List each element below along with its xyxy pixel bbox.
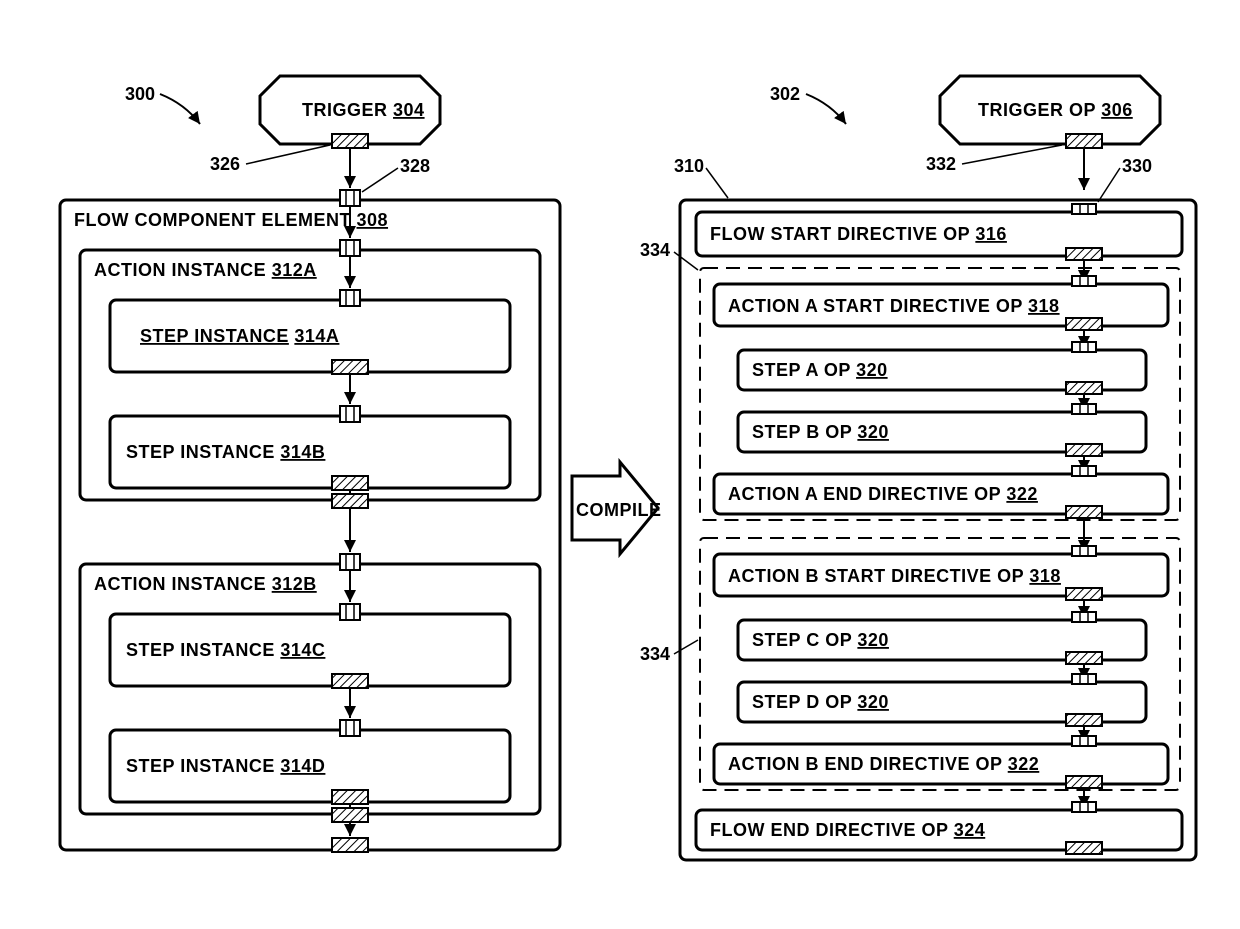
svg-text:COMPILE: COMPILE [576, 500, 662, 520]
svg-text:STEP A OP 320: STEP A OP 320 [752, 360, 888, 380]
svg-text:ACTION A START DIRECTIVE OP 31: ACTION A START DIRECTIVE OP 318 [728, 296, 1060, 316]
figref-left: 300 [125, 84, 155, 104]
svg-text:STEP INSTANCE 314C: STEP INSTANCE 314C [126, 640, 325, 660]
svg-text:STEP B OP 320: STEP B OP 320 [752, 422, 889, 442]
svg-text:ACTION B START DIRECTIVE OP 31: ACTION B START DIRECTIVE OP 318 [728, 566, 1061, 586]
trigger-left: TRIGGER 304 [260, 76, 440, 148]
ref-326: 326 [210, 154, 240, 174]
svg-text:STEP C OP 320: STEP C OP 320 [752, 630, 889, 650]
svg-text:STEP INSTANCE 314B: STEP INSTANCE 314B [126, 442, 325, 462]
ref-330: 330 [1122, 156, 1152, 176]
svg-text:FLOW START DIRECTIVE OP 316: FLOW START DIRECTIVE OP 316 [710, 224, 1007, 244]
svg-text:TRIGGER OP 306: TRIGGER OP 306 [978, 100, 1133, 120]
port-328 [340, 190, 360, 206]
figref-right: 302 [770, 84, 800, 104]
ref-334a: 334 [640, 240, 670, 260]
svg-text:ACTION INSTANCE 312A: ACTION INSTANCE 312A [94, 260, 317, 280]
diagram: 300 TRIGGER 304 326 328 FLOW COMPONENT E… [0, 0, 1240, 924]
svg-text:TRIGGER 304: TRIGGER 304 [302, 100, 425, 120]
ref-332: 332 [926, 154, 956, 174]
compile-arrow: COMPILE [572, 462, 662, 554]
svg-text:ACTION INSTANCE 312B: ACTION INSTANCE 312B [94, 574, 317, 594]
ref-334b: 334 [640, 644, 670, 664]
svg-text:STEP INSTANCE 314A: STEP INSTANCE 314A [140, 326, 339, 346]
ref-310: 310 [674, 156, 704, 176]
svg-text:ACTION A END DIRECTIVE OP 322: ACTION A END DIRECTIVE OP 322 [728, 484, 1038, 504]
svg-text:STEP INSTANCE 314D: STEP INSTANCE 314D [126, 756, 325, 776]
svg-text:FLOW END DIRECTIVE OP 324: FLOW END DIRECTIVE OP 324 [710, 820, 985, 840]
trigger-op: TRIGGER OP 306 [940, 76, 1160, 148]
ref-328: 328 [400, 156, 430, 176]
svg-text:FLOW COMPONENT ELEMENT 308: FLOW COMPONENT ELEMENT 308 [74, 210, 388, 230]
svg-text:STEP D OP 320: STEP D OP 320 [752, 692, 889, 712]
svg-text:ACTION B END DIRECTIVE OP 322: ACTION B END DIRECTIVE OP 322 [728, 754, 1039, 774]
